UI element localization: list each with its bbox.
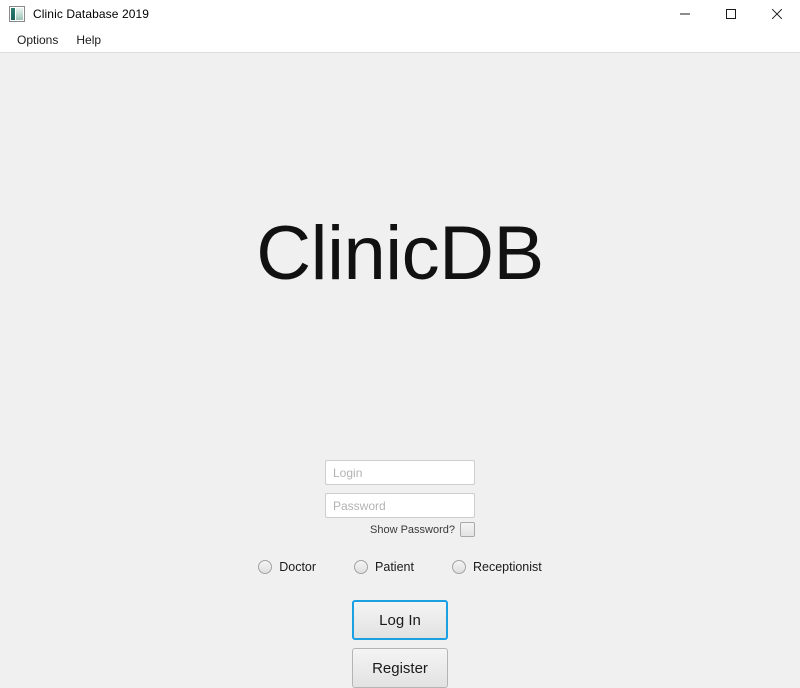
application-window: Clinic Database 2019 Options Help Clinic…	[0, 0, 800, 688]
login-button[interactable]: Log In	[352, 600, 448, 640]
app-window-icon	[9, 6, 25, 22]
login-input[interactable]	[325, 460, 475, 485]
radio-label-patient: Patient	[375, 560, 414, 574]
register-button[interactable]: Register	[352, 648, 448, 688]
radio-label-doctor: Doctor	[279, 560, 317, 574]
menu-item-options[interactable]: Options	[8, 30, 67, 50]
radio-circle-icon	[354, 560, 369, 574]
window-title: Clinic Database 2019	[33, 7, 150, 21]
login-form: Show Password? Doctor Patient Receptioni…	[0, 460, 800, 688]
minimize-icon	[680, 13, 690, 15]
maximize-icon	[726, 9, 736, 19]
content-area: ClinicDB Show Password? Doctor Patient	[0, 53, 800, 688]
title-bar[interactable]: Clinic Database 2019	[0, 0, 800, 28]
close-button[interactable]	[754, 0, 800, 28]
menu-bar: Options Help	[0, 28, 800, 53]
minimize-button[interactable]	[662, 0, 708, 28]
role-radio-group: Doctor Patient Receptionist	[258, 560, 542, 574]
show-password-row[interactable]: Show Password?	[325, 522, 475, 537]
radio-label-receptionist: Receptionist	[472, 560, 542, 574]
radio-circle-icon	[451, 560, 466, 574]
radio-option-doctor[interactable]: Doctor	[258, 560, 316, 574]
password-input[interactable]	[325, 493, 475, 518]
close-icon	[771, 8, 783, 20]
radio-circle-icon	[258, 560, 273, 574]
menu-item-help[interactable]: Help	[67, 30, 110, 50]
radio-option-receptionist[interactable]: Receptionist	[451, 560, 542, 574]
maximize-button[interactable]	[708, 0, 754, 28]
show-password-checkbox[interactable]	[460, 522, 475, 537]
window-controls	[662, 0, 800, 28]
action-button-stack: Log In Register	[352, 600, 448, 688]
radio-option-patient[interactable]: Patient	[354, 560, 414, 574]
show-password-label: Show Password?	[370, 523, 455, 536]
app-brand-title: ClinicDB	[256, 211, 544, 296]
